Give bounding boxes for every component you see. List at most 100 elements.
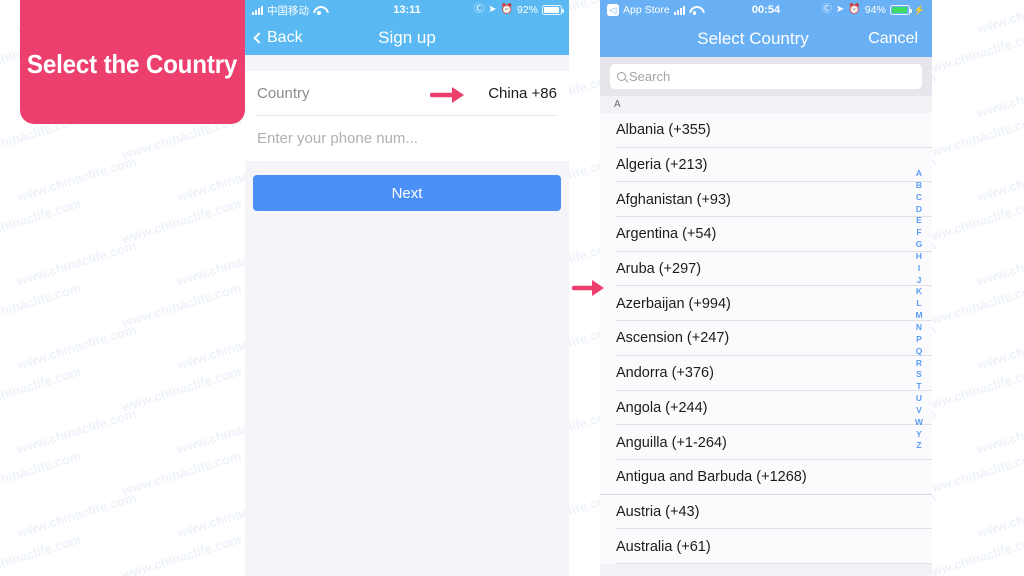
country-list-item-label: Afghanistan (+93) — [616, 191, 731, 208]
alphabet-index-letter[interactable]: G — [916, 239, 923, 251]
alphabet-index-letter[interactable]: E — [916, 215, 922, 227]
cancel-button-label: Cancel — [868, 29, 918, 47]
next-button-container: Next — [245, 161, 569, 211]
country-list-item-label: Algeria (+213) — [616, 157, 708, 174]
form-top-gap — [245, 55, 569, 71]
battery-percent-label: 92% — [516, 4, 538, 16]
screenshot-root: www.chinaclife.com www.chinaclife.com www.… — [0, 0, 1024, 576]
back-chevron-badge-icon[interactable]: ◁ — [607, 4, 619, 16]
alphabet-index-letter[interactable]: W — [915, 417, 923, 429]
alphabet-index-letter[interactable]: J — [917, 275, 922, 287]
country-list-item[interactable]: Argentina (+54) — [600, 217, 932, 252]
country-list-item-label: Aruba (+297) — [616, 261, 702, 278]
watermark-text: www.chinaclife.com — [15, 237, 138, 289]
country-list-item-label: Ascension (+247) — [616, 330, 730, 347]
alphabet-index-letter[interactable]: L — [916, 298, 921, 310]
alphabet-index[interactable]: ABCDEFGHIJKLMNPQRSTUVWYZ — [910, 168, 928, 452]
phone-screen-country-picker: ◁ App Store 00:54 Ⓒ ➤ ⏰ 94% ⚡ Select Cou… — [600, 0, 932, 576]
watermark-text: www.chinaclife.com — [920, 447, 1024, 499]
alphabet-index-letter[interactable]: Z — [916, 440, 921, 452]
next-button-label: Next — [391, 184, 423, 202]
alphabet-index-letter[interactable]: S — [916, 369, 922, 381]
watermark-text: www.chinaclife.com — [920, 27, 1024, 79]
alphabet-index-letter[interactable]: R — [916, 358, 922, 370]
watermark-text: www.chinaclife.com — [120, 447, 243, 499]
watermark-text: www.chinaclife.com — [975, 405, 1024, 457]
country-list-item-label: Antigua and Barbuda (+1268) — [616, 469, 807, 486]
watermark-text: www.chinaclife.com — [15, 153, 138, 205]
location-arrow-icon: ➤ — [835, 4, 845, 15]
watermark-text: www.chinaclife.com — [975, 321, 1024, 373]
nav-bar-phone1: Back Sign up — [245, 20, 569, 55]
watermark-text: www.chinaclife.com — [0, 363, 83, 415]
battery-icon — [542, 5, 564, 15]
country-list-item-label: Australia (+61) — [616, 538, 711, 555]
phone-number-input-placeholder[interactable]: Enter your phone num... — [257, 130, 418, 147]
watermark-text: www.chinaclife.com — [920, 531, 1024, 576]
country-list[interactable]: Albania (+355) Algeria (+213) Afghanistan … — [600, 113, 932, 564]
location-arrow-icon: ➤ — [488, 4, 497, 15]
wifi-icon — [689, 5, 701, 15]
wifi-icon — [313, 5, 325, 15]
watermark-text: www.chinaclife.com — [975, 0, 1024, 37]
section-header-a: A — [600, 96, 932, 113]
country-list-item[interactable]: Algeria (+213) — [600, 147, 932, 183]
watermark-text: www.chinaclife.com — [975, 153, 1024, 205]
alphabet-index-letter[interactable]: I — [918, 263, 920, 275]
alphabet-index-letter[interactable]: P — [916, 334, 922, 346]
alphabet-index-letter[interactable]: U — [916, 393, 922, 405]
alphabet-index-letter[interactable]: Y — [916, 429, 922, 441]
country-list-item[interactable]: Azerbaijan (+994) — [600, 286, 932, 322]
back-button[interactable]: Back — [253, 29, 303, 47]
alphabet-index-letter[interactable]: C — [916, 192, 922, 204]
country-list-item[interactable]: Andorra (+376) — [600, 355, 932, 391]
watermark-text: www.chinaclife.com — [15, 405, 138, 457]
country-list-item[interactable]: Anguilla (+1-264) — [600, 425, 932, 460]
watermark-text: www.chinaclife.com — [120, 363, 243, 415]
app-store-back-label[interactable]: App Store — [623, 4, 670, 16]
alphabet-index-letter[interactable]: Q — [916, 346, 923, 358]
country-list-item[interactable]: Aruba (+297) — [600, 251, 932, 287]
next-button[interactable]: Next — [253, 175, 561, 211]
alphabet-index-letter[interactable]: D — [916, 204, 922, 216]
alphabet-index-letter[interactable]: T — [916, 381, 921, 393]
watermark-text: www.chinaclife.com — [0, 447, 83, 499]
alphabet-index-letter[interactable]: N — [916, 322, 922, 334]
country-list-item-label: Albania (+355) — [616, 122, 711, 139]
nav-bar-phone2: Select Country Cancel — [600, 20, 932, 57]
cancel-button[interactable]: Cancel — [868, 30, 918, 48]
watermark-text: www.chinaclife.com — [15, 321, 138, 373]
watermark-text: www.chinaclife.com — [920, 111, 1024, 163]
country-list-item[interactable]: Afghanistan (+93) — [600, 182, 932, 218]
country-list-item[interactable]: Austria (+43) — [600, 494, 932, 530]
alphabet-index-letter[interactable]: K — [916, 286, 922, 298]
watermark-text: www.chinaclife.com — [120, 195, 243, 247]
alphabet-index-letter[interactable]: B — [916, 180, 922, 192]
carrier-label: 中国移动 — [267, 4, 309, 17]
alphabet-index-letter[interactable]: A — [916, 168, 922, 180]
country-list-item[interactable]: Angola (+244) — [600, 390, 932, 426]
alphabet-index-letter[interactable]: M — [915, 310, 922, 322]
alphabet-index-letter[interactable]: V — [916, 405, 922, 417]
country-list-item-label: Azerbaijan (+994) — [616, 295, 731, 312]
search-input-placeholder: Search — [629, 69, 671, 84]
battery-charging-icon — [889, 5, 912, 15]
alphabet-index-letter[interactable]: H — [916, 251, 922, 263]
country-list-item[interactable]: Albania (+355) — [600, 113, 932, 148]
country-list-item[interactable]: Antigua and Barbuda (+1268) — [600, 459, 932, 495]
alphabet-index-letter[interactable]: F — [916, 227, 921, 239]
search-input[interactable]: Search — [610, 64, 922, 89]
signal-bars-icon — [673, 5, 685, 15]
watermark-text: www.chinaclife.com — [0, 195, 83, 247]
country-row[interactable]: Country China +86 — [245, 71, 569, 116]
country-list-item[interactable]: Ascension (+247) — [600, 321, 932, 356]
watermark-text: www.chinaclife.com — [975, 237, 1024, 289]
rotation-lock-icon: Ⓒ — [821, 4, 832, 15]
phone-number-row[interactable]: Enter your phone num... — [245, 116, 569, 161]
alarm-clock-icon: ⏰ — [848, 4, 861, 15]
country-value: China +86 — [488, 85, 557, 102]
country-list-item[interactable]: Australia (+61) — [600, 529, 932, 564]
country-label: Country — [257, 85, 310, 102]
arrow-to-country-row — [430, 87, 464, 103]
watermark-text: www.chinaclife.com — [920, 279, 1024, 331]
